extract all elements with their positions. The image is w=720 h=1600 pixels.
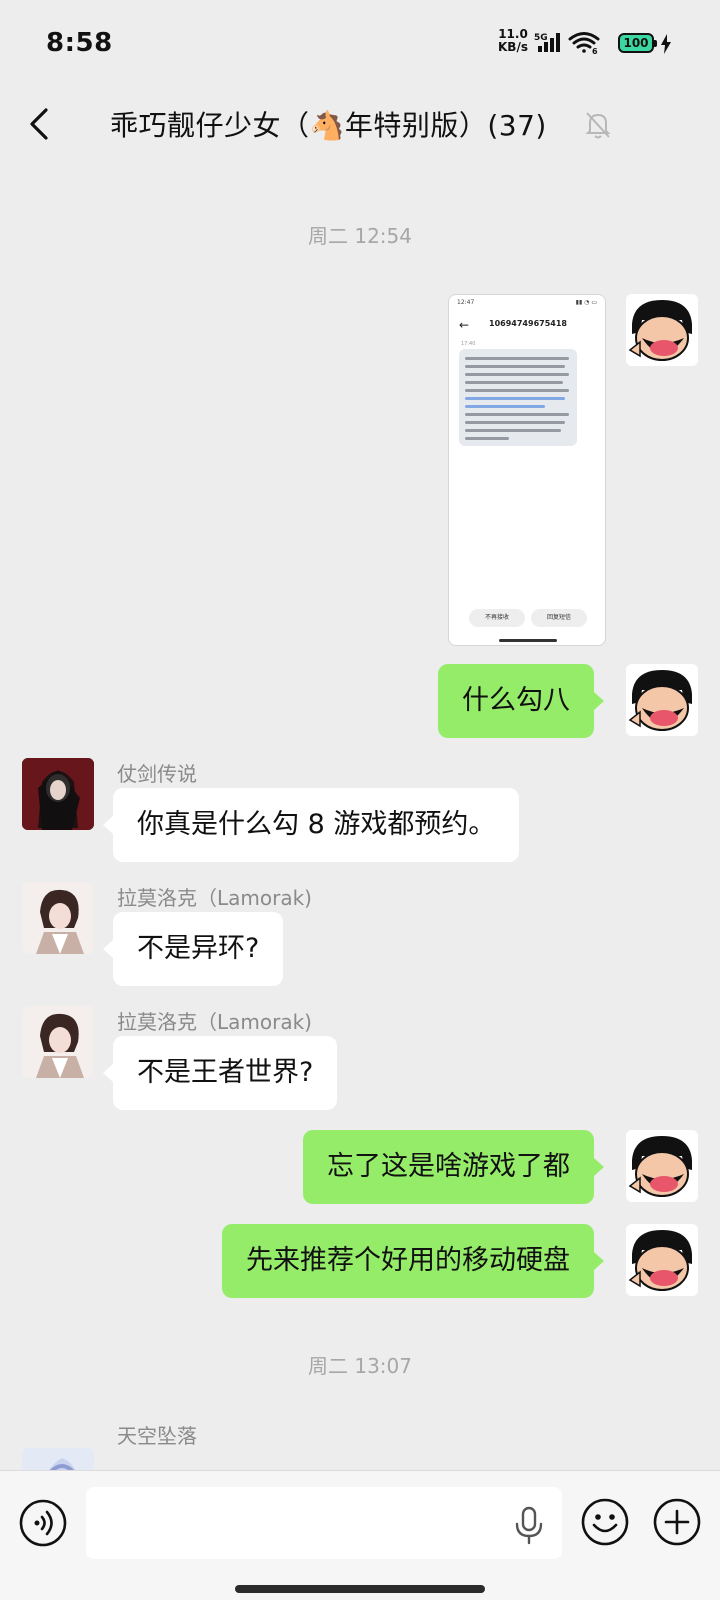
image-message[interactable]: 12:47 ▮▮ ◔ ▭ ← 10694749675418 17:40 不再接收… [448,294,606,646]
image-sms-button-right: 回复短信 [531,609,587,627]
battery-cap [654,40,657,47]
image-sms-time: 17:40 [461,341,476,347]
image-status-time: 12:47 [457,299,475,306]
input-bar [0,1470,720,1600]
emoji-icon[interactable] [580,1497,630,1547]
message-input[interactable] [86,1487,562,1559]
sender-avatar[interactable] [22,758,94,830]
battery-indicator: 100 [618,33,657,53]
back-arrow-icon[interactable] [20,102,64,146]
my-avatar[interactable] [626,1130,698,1202]
wifi-badge: 6 [592,47,598,56]
outgoing-message[interactable]: 忘了这是啥游戏了都 [303,1130,604,1204]
my-avatar[interactable] [626,1224,698,1296]
mute-bell-icon [585,112,611,139]
message-list[interactable]: 周二 12:54 12:47 ▮▮ ◔ ▭ ← 10694749675418 1… [0,168,720,1470]
network-speed-unit: KB/s [498,40,528,54]
image-status-icons: ▮▮ ◔ ▭ [575,299,597,306]
sender-name: 仗剑传说 [117,762,197,786]
incoming-message[interactable]: 不是王者世界? [102,1036,338,1110]
incoming-message[interactable]: 你真是什么勾 8 游戏都预约。 [102,788,520,862]
voice-mode-icon[interactable] [18,1498,68,1548]
outgoing-message[interactable]: 先来推荐个好用的移动硬盘 [222,1224,604,1298]
image-sms-number: 10694749675418 [489,319,567,328]
signal-wifi-icons: 5G 6 [534,32,600,56]
sender-name: 天空坠落 [117,1424,197,1448]
chat-title[interactable]: 乖巧靓仔少女（🐴年特别版）(37) [110,104,547,144]
timestamp-divider: 周二 13:07 [308,1354,412,1378]
network-speed: 11.0 KB/s [496,28,530,54]
sender-name: 拉莫洛克（Lamorak) [117,886,312,910]
image-home-indicator [499,639,557,642]
sender-avatar[interactable] [22,1448,94,1470]
outgoing-message[interactable]: 什么勾八 [438,664,604,738]
image-sms-bubble [459,349,577,446]
timestamp-divider: 周二 12:54 [308,224,412,248]
charging-icon [661,34,671,54]
network-type-label: 5G [534,33,548,43]
sender-avatar[interactable] [22,1006,94,1078]
my-avatar[interactable] [626,664,698,736]
sender-name: 拉莫洛克（Lamorak) [117,1010,312,1034]
battery-level: 100 [623,36,649,50]
chat-header: 乖巧靓仔少女（🐴年特别版）(37) [0,86,720,168]
incoming-message[interactable]: 不是异环? [102,912,284,986]
sender-avatar[interactable] [22,882,94,954]
microphone-icon[interactable] [512,1505,546,1545]
status-time: 8:58 [46,28,113,58]
my-avatar[interactable] [626,294,698,366]
image-sms-button-left: 不再接收 [469,609,525,627]
status-bar: 8:58 11.0 KB/s 5G 6 100 [0,0,720,86]
home-indicator[interactable] [235,1585,485,1593]
plus-icon[interactable] [652,1497,702,1547]
